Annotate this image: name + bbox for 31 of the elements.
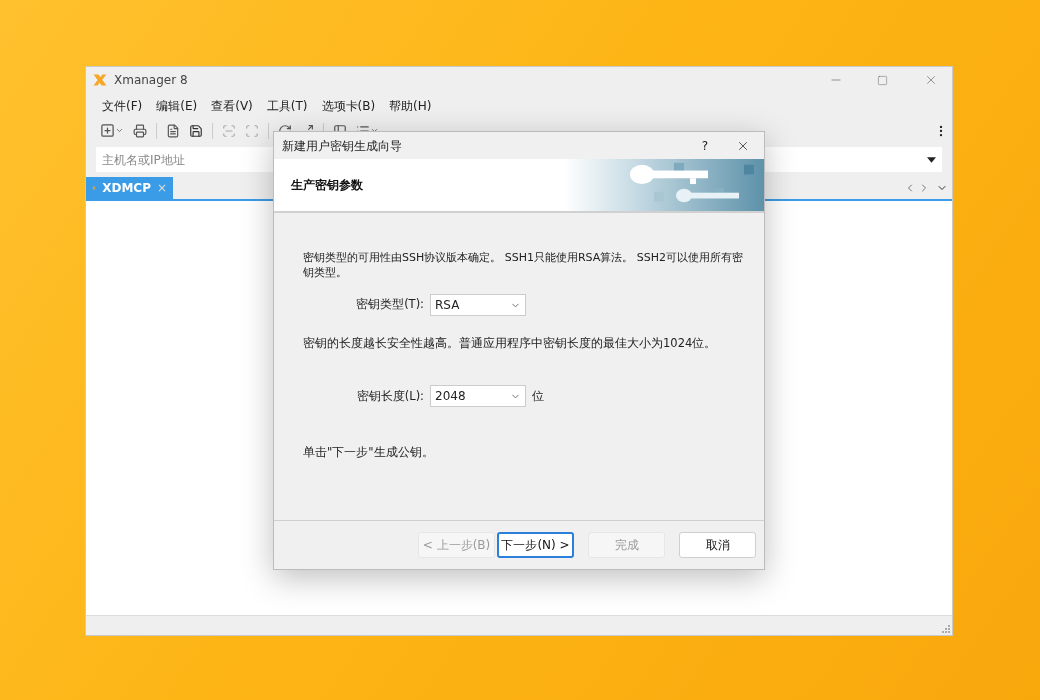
wizard-button[interactable]: 下一步(N) > xyxy=(497,532,574,558)
menu-item[interactable]: 工具(T) xyxy=(266,96,308,115)
wizard-button[interactable]: 取消 xyxy=(679,532,756,558)
maximize-icon[interactable] xyxy=(877,74,888,86)
key-type-dropdown[interactable]: RSA xyxy=(430,294,526,316)
field-label: 密钥长度(L): xyxy=(355,387,424,405)
dropdown-arrow-icon[interactable] xyxy=(927,156,936,163)
dialog-title: 新建用户密钥生成向导 xyxy=(282,137,402,155)
window-title: Xmanager 8 xyxy=(114,72,188,89)
help-button[interactable]: ? xyxy=(701,136,708,155)
menu-item[interactable]: 编辑(E) xyxy=(156,96,198,115)
dropdown-value: RSA xyxy=(435,297,461,314)
intro-text: 密钥类型的可用性由SSH协议版本确定。 SSH1只能使用RSA算法。 SSH2可以使用所有密钥类型。 xyxy=(303,250,745,280)
menu-item[interactable]: 文件(F) xyxy=(102,96,143,115)
tab-label: XDMCP xyxy=(102,180,151,197)
dropdown-value: 2048 xyxy=(435,388,467,406)
field-label: 密钥类型(T): xyxy=(355,296,424,314)
page-heading: 生产密钥参数 xyxy=(291,177,363,194)
menu-item[interactable]: 选项卡(B) xyxy=(321,96,376,115)
length-note: 密钥的长度越长安全性越高。普通应用程序中密钥长度的最佳大小为1024位。 xyxy=(303,335,718,352)
document-icon[interactable] xyxy=(166,123,180,138)
print-icon[interactable] xyxy=(133,123,147,138)
key-length-dropdown[interactable]: 2048 xyxy=(430,385,526,408)
unit-label: 位 xyxy=(532,388,544,406)
resize-grip-icon[interactable] xyxy=(942,625,950,633)
hint-text: 单击"下一步"生成公钥。 xyxy=(303,444,435,462)
menu-item[interactable]: 帮助(H) xyxy=(389,96,432,115)
save-icon[interactable] xyxy=(189,123,203,138)
new-session-icon[interactable] xyxy=(100,123,124,138)
menu-item[interactable]: 查看(V) xyxy=(211,96,253,115)
x-logo-icon xyxy=(92,72,108,88)
